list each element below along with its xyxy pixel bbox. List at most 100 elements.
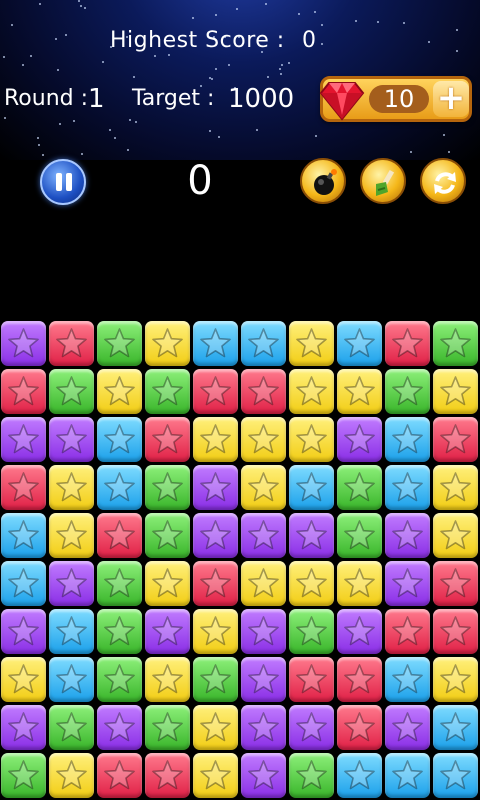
purple-star-tile[interactable] (97, 705, 142, 750)
purple-star-tile[interactable] (49, 417, 94, 462)
purple-star-tile[interactable] (1, 705, 46, 750)
red-star-tile[interactable] (97, 513, 142, 558)
purple-star-tile[interactable] (49, 561, 94, 606)
green-star-tile[interactable] (145, 513, 190, 558)
purple-star-tile[interactable] (241, 753, 286, 798)
yellow-star-tile[interactable] (433, 369, 478, 414)
yellow-star-tile[interactable] (1, 657, 46, 702)
red-star-tile[interactable] (97, 753, 142, 798)
purple-star-tile[interactable] (1, 321, 46, 366)
blue-star-tile[interactable] (433, 753, 478, 798)
red-star-tile[interactable] (433, 417, 478, 462)
add-gems-button[interactable]: + (433, 81, 469, 117)
red-star-tile[interactable] (145, 753, 190, 798)
blue-star-tile[interactable] (97, 417, 142, 462)
red-star-tile[interactable] (385, 609, 430, 654)
blue-star-tile[interactable] (385, 753, 430, 798)
red-star-tile[interactable] (385, 321, 430, 366)
green-star-tile[interactable] (97, 561, 142, 606)
yellow-star-tile[interactable] (145, 321, 190, 366)
bomb-tool-button[interactable] (300, 158, 346, 204)
blue-star-tile[interactable] (97, 465, 142, 510)
yellow-star-tile[interactable] (193, 609, 238, 654)
green-star-tile[interactable] (97, 657, 142, 702)
purple-star-tile[interactable] (385, 513, 430, 558)
yellow-star-tile[interactable] (433, 513, 478, 558)
purple-star-tile[interactable] (337, 417, 382, 462)
purple-star-tile[interactable] (193, 465, 238, 510)
yellow-star-tile[interactable] (145, 561, 190, 606)
yellow-star-tile[interactable] (145, 657, 190, 702)
blue-star-tile[interactable] (1, 513, 46, 558)
green-star-tile[interactable] (145, 705, 190, 750)
red-star-tile[interactable] (1, 369, 46, 414)
blue-star-tile[interactable] (385, 465, 430, 510)
yellow-star-tile[interactable] (193, 417, 238, 462)
yellow-star-tile[interactable] (193, 705, 238, 750)
yellow-star-tile[interactable] (193, 753, 238, 798)
brush-tool-button[interactable] (360, 158, 406, 204)
red-star-tile[interactable] (433, 609, 478, 654)
blue-star-tile[interactable] (337, 321, 382, 366)
red-star-tile[interactable] (1, 465, 46, 510)
green-star-tile[interactable] (385, 369, 430, 414)
blue-star-tile[interactable] (49, 609, 94, 654)
blue-star-tile[interactable] (289, 465, 334, 510)
green-star-tile[interactable] (97, 321, 142, 366)
green-star-tile[interactable] (49, 369, 94, 414)
yellow-star-tile[interactable] (49, 465, 94, 510)
red-star-tile[interactable] (337, 705, 382, 750)
red-star-tile[interactable] (289, 657, 334, 702)
green-star-tile[interactable] (337, 465, 382, 510)
purple-star-tile[interactable] (241, 513, 286, 558)
yellow-star-tile[interactable] (49, 753, 94, 798)
yellow-star-tile[interactable] (337, 369, 382, 414)
green-star-tile[interactable] (289, 753, 334, 798)
red-star-tile[interactable] (193, 561, 238, 606)
purple-star-tile[interactable] (289, 513, 334, 558)
green-star-tile[interactable] (433, 321, 478, 366)
red-star-tile[interactable] (241, 369, 286, 414)
green-star-tile[interactable] (289, 609, 334, 654)
green-star-tile[interactable] (1, 753, 46, 798)
purple-star-tile[interactable] (385, 561, 430, 606)
purple-star-tile[interactable] (1, 417, 46, 462)
blue-star-tile[interactable] (385, 657, 430, 702)
yellow-star-tile[interactable] (289, 321, 334, 366)
pause-button[interactable] (40, 159, 86, 205)
purple-star-tile[interactable] (241, 609, 286, 654)
blue-star-tile[interactable] (337, 753, 382, 798)
blue-star-tile[interactable] (49, 657, 94, 702)
blue-star-tile[interactable] (241, 321, 286, 366)
green-star-tile[interactable] (337, 513, 382, 558)
green-star-tile[interactable] (49, 705, 94, 750)
yellow-star-tile[interactable] (241, 561, 286, 606)
blue-star-tile[interactable] (1, 561, 46, 606)
purple-star-tile[interactable] (193, 513, 238, 558)
red-star-tile[interactable] (337, 657, 382, 702)
purple-star-tile[interactable] (1, 609, 46, 654)
red-star-tile[interactable] (193, 369, 238, 414)
yellow-star-tile[interactable] (433, 465, 478, 510)
yellow-star-tile[interactable] (289, 417, 334, 462)
red-star-tile[interactable] (433, 561, 478, 606)
yellow-star-tile[interactable] (97, 369, 142, 414)
green-star-tile[interactable] (145, 369, 190, 414)
green-star-tile[interactable] (97, 609, 142, 654)
yellow-star-tile[interactable] (241, 417, 286, 462)
green-star-tile[interactable] (193, 657, 238, 702)
yellow-star-tile[interactable] (241, 465, 286, 510)
purple-star-tile[interactable] (241, 657, 286, 702)
purple-star-tile[interactable] (385, 705, 430, 750)
purple-star-tile[interactable] (145, 609, 190, 654)
blue-star-tile[interactable] (193, 321, 238, 366)
yellow-star-tile[interactable] (433, 657, 478, 702)
purple-star-tile[interactable] (337, 609, 382, 654)
blue-star-tile[interactable] (385, 417, 430, 462)
yellow-star-tile[interactable] (289, 369, 334, 414)
blue-star-tile[interactable] (433, 705, 478, 750)
yellow-star-tile[interactable] (289, 561, 334, 606)
red-star-tile[interactable] (49, 321, 94, 366)
green-star-tile[interactable] (145, 465, 190, 510)
yellow-star-tile[interactable] (337, 561, 382, 606)
